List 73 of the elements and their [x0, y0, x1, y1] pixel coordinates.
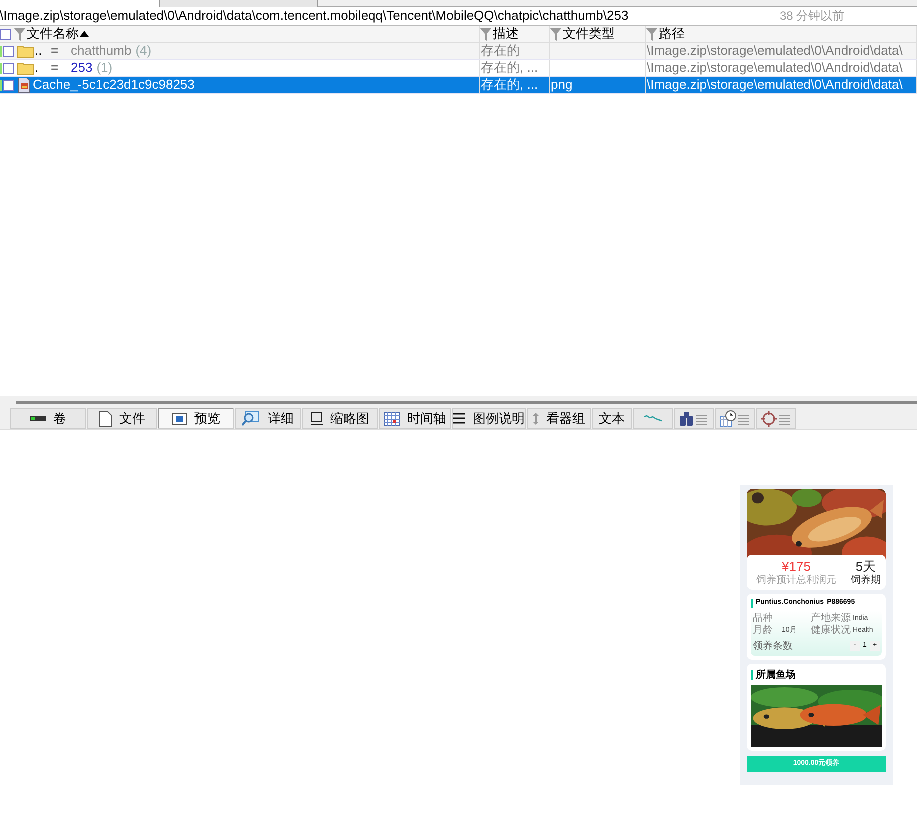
file-name: Cache_-5c1c23d1c9c98253 — [33, 76, 195, 94]
filter-icon[interactable] — [550, 28, 562, 40]
file-name: chatthumb — [71, 42, 132, 60]
marker-text: .. — [35, 42, 44, 60]
up-down-arrow-icon — [532, 412, 538, 424]
file-name: 253 — [71, 59, 93, 78]
days-label: 饲养期 — [851, 575, 881, 586]
file-row[interactable]: Cache_-5c1c23d1c9c98253 存在的, ... png \Image.zip\storage\emulated\0\Android\data\ — [0, 77, 917, 94]
toolbar-tab[interactable]: 时间轴 — [379, 408, 451, 429]
path-text: \Image.zip\storage\emulated\0\Android\data\com.tencent.mobileqq\Tencent\MobileQQ\chatpic\chatthumb\253 — [0, 7, 630, 26]
toolbar-tab[interactable]: 详细 — [235, 408, 301, 429]
table-cell: 存在的, ... — [480, 60, 538, 76]
days-text: 5天 — [856, 559, 876, 574]
quantity-label: 领养条数 — [753, 640, 794, 654]
column-header-cell[interactable]: 文件名称 — [0, 26, 480, 42]
price-text: ¥175 — [782, 559, 811, 574]
magnifier-icon — [242, 410, 260, 426]
table-cell: png — [550, 77, 573, 93]
list-icon — [453, 413, 465, 424]
monitor-icon — [310, 412, 322, 426]
spec-label: 健康状况 — [811, 624, 851, 636]
spec-label: 品种 — [753, 612, 774, 624]
column-header[interactable]: 文件类型 — [563, 26, 615, 42]
document-icon — [98, 410, 112, 426]
checkbox[interactable] — [3, 62, 14, 74]
target-toolbar-button[interactable] — [756, 408, 796, 429]
toolbar-tab[interactable]: 文本 — [592, 408, 632, 429]
table-cell: \Image.zip\storage\emulated\0\Android\data\ — [646, 43, 903, 59]
image-file-icon — [18, 78, 31, 92]
toolbar-tab[interactable]: 看器组 — [527, 408, 591, 429]
wave-icon — [644, 414, 662, 422]
picture-frame-icon — [172, 412, 186, 424]
table-cell: 存在的, ... — [480, 77, 538, 93]
calendar-grid-icon — [384, 412, 400, 426]
column-header-cell[interactable]: 描述 — [480, 26, 550, 42]
equals-text: = — [51, 59, 60, 78]
filter-icon[interactable] — [480, 28, 492, 40]
filter-icon[interactable] — [14, 28, 26, 40]
column-header[interactable]: 文件名称 — [27, 26, 79, 42]
farm-title: 所属鱼场 — [756, 668, 796, 682]
calendar-toolbar-button[interactable] — [715, 408, 755, 429]
column-header[interactable]: 路径 — [659, 26, 685, 42]
toolbar-tab[interactable]: 缩略图 — [302, 408, 378, 429]
table-cell: 存在的 — [480, 43, 520, 59]
column-header-cell[interactable]: 文件类型 — [550, 26, 646, 42]
marker-text: . — [35, 59, 40, 78]
spec-label: 月龄 — [753, 624, 774, 636]
checkbox[interactable] — [3, 80, 14, 90]
table-cell: \Image.zip\storage\emulated\0\Android\data\ — [646, 77, 903, 93]
filter-icon[interactable] — [646, 28, 658, 40]
file-row[interactable]: .. = chatthumb (4) 存在的 \Image.zip\storage\emulated\0\Android\data\ — [0, 43, 917, 60]
drive-icon — [30, 416, 46, 422]
toolbar-tab[interactable]: 卷 — [10, 408, 86, 429]
toolbar-tab[interactable]: 图例说明 — [452, 408, 526, 429]
column-header-cell[interactable]: 路径 — [646, 26, 917, 42]
spec-label: 产地来源 — [811, 612, 851, 624]
equals-text: = — [51, 42, 60, 60]
binoculars-icon — [680, 410, 708, 426]
checkbox[interactable] — [3, 46, 14, 56]
binoculars-toolbar-button[interactable] — [674, 408, 714, 429]
toolbar-tab[interactable]: 文件 — [87, 408, 157, 429]
checkbox[interactable] — [0, 28, 11, 40]
toolbar-tab[interactable]: 预览 — [158, 408, 234, 429]
table-cell: \Image.zip\storage\emulated\0\Android\data\ — [646, 60, 903, 76]
crosshair-icon — [761, 410, 791, 426]
count-text: (4) — [136, 42, 152, 60]
timestamp-text: 38 分钟以前 — [780, 8, 845, 25]
price-label: 饲养预计总利润元 — [756, 575, 836, 586]
column-header[interactable]: 描述 — [493, 26, 519, 42]
file-row[interactable]: . = 253 (1) 存在的, ... \Image.zip\storage\emulated\0\Android\data\ — [0, 60, 917, 77]
sort-up-icon — [80, 31, 89, 37]
count-text: (1) — [96, 59, 113, 78]
calendar-clock-icon — [720, 410, 750, 428]
